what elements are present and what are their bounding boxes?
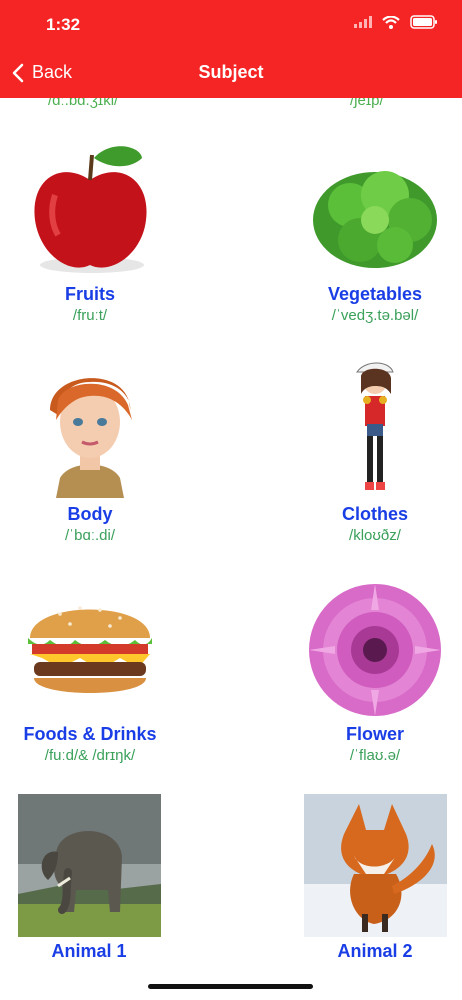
status-time: 1:32 (46, 15, 81, 34)
tile-foods-drinks[interactable]: Foods & Drinks /fuːd/& /drɪŋk/ (5, 580, 175, 764)
tile-body[interactable]: Body /ˈbɑː.di/ (5, 360, 175, 544)
signal-icon (354, 16, 372, 28)
tile-label: Animal 2 (337, 941, 413, 961)
tile-phonetic: /ˈbɑː.di/ (64, 527, 116, 544)
tile-vegetables[interactable]: Vegetables /ˈvedʒ.tə.bəl/ (290, 140, 460, 324)
tile-phonetic: /ˈflaʊ.ə/ (349, 747, 401, 764)
tile-animal-1[interactable]: Animal 1 (4, 794, 174, 962)
tile-clothes[interactable]: Clothes /kloʊðz/ (290, 360, 460, 544)
tile-label: Body (67, 504, 113, 524)
tile-phonetic: /ˈvedʒ.tə.bəl/ (331, 307, 419, 324)
tile-label: Fruits (64, 284, 115, 304)
tile-label: Animal 1 (51, 941, 127, 961)
woman-portrait-image (20, 360, 160, 500)
dahlia-image (305, 580, 445, 720)
tile-phonetic: /fruːt/ (72, 307, 108, 324)
status-bar: 1:32 (0, 0, 462, 50)
fox-image (303, 794, 447, 937)
tile-label: Vegetables (327, 284, 423, 304)
tile-label: Flower (345, 724, 404, 744)
tile-phonetic: /fuːd/& /drɪŋk/ (44, 747, 136, 764)
partial-phonetic-right: /ʃeɪp/ (350, 98, 384, 109)
burger-image (20, 580, 160, 720)
status-icons (354, 15, 438, 29)
tile-phonetic: /kloʊðz/ (349, 527, 401, 544)
wifi-icon (382, 15, 400, 29)
lettuce-image (305, 140, 445, 280)
tile-label: Clothes (341, 504, 408, 524)
tile-animal-2[interactable]: Animal 2 (290, 794, 460, 962)
tile-fruits[interactable]: Fruits /fruːt/ (5, 140, 175, 324)
subject-grid: /ɑː.bɑ.ʒɪkl/ /ʃeɪp/ Fruits /fruːt/ Veget… (0, 98, 462, 1000)
nav-bar: Back Subject (0, 50, 462, 98)
partial-phonetic-left: /ɑː.bɑ.ʒɪkl/ (48, 98, 119, 109)
page-title: Subject (198, 62, 264, 82)
elephant-image (17, 794, 161, 937)
tile-label: Foods & Drinks (23, 724, 157, 744)
girl-figure-image (305, 360, 445, 500)
apple-image (20, 140, 160, 280)
tile-flower[interactable]: Flower /ˈflaʊ.ə/ (290, 580, 460, 764)
home-indicator[interactable] (148, 984, 313, 989)
battery-icon (410, 15, 437, 29)
